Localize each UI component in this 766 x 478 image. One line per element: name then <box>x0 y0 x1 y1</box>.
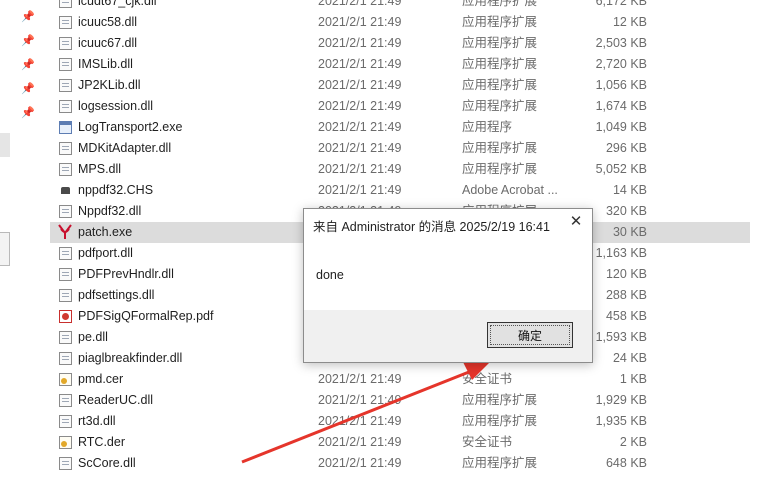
dialog-message: done <box>316 268 344 282</box>
dialog-title: 来自 Administrator 的消息 2025/2/19 16:41 <box>313 220 550 234</box>
red-arrow-head <box>462 360 490 380</box>
message-dialog: 来自 Administrator 的消息 2025/2/19 16:41 ✕ d… <box>303 208 593 363</box>
ok-button[interactable]: 确定 <box>487 322 573 348</box>
close-icon[interactable]: ✕ <box>568 214 584 230</box>
red-arrow-shaft <box>241 368 475 464</box>
